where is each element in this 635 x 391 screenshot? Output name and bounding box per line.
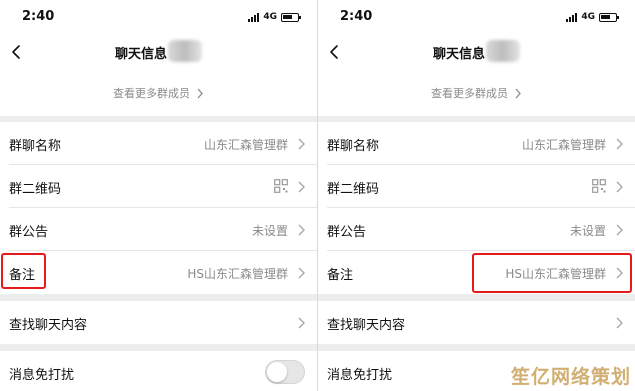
chevron-right-icon xyxy=(616,181,623,193)
remark-value: HS山东汇森管理群 xyxy=(187,267,288,281)
back-arrow-icon[interactable] xyxy=(8,43,26,61)
mute-notifications-label: 消息免打扰 xyxy=(327,368,393,383)
group-name-row[interactable]: 群聊名称 山东汇森管理群 xyxy=(318,122,635,165)
highlight-box-remark-value xyxy=(472,253,632,293)
search-history-label: 查找聊天内容 xyxy=(9,318,88,333)
chevron-right-icon xyxy=(298,224,305,236)
group-qrcode-label: 群二维码 xyxy=(327,182,380,197)
group-notice-label: 群公告 xyxy=(327,225,367,240)
watermark-text: 笙亿网络策划 xyxy=(510,366,631,388)
status-bar: 2:40 4G xyxy=(0,0,317,34)
group-notice-value: 未设置 xyxy=(251,224,288,238)
network-label: 4G xyxy=(581,12,595,22)
status-bar: 2:40 4G xyxy=(318,0,635,34)
group-qrcode-row[interactable]: 群二维码 xyxy=(0,165,317,208)
battery-icon xyxy=(599,12,619,22)
group-notice-row[interactable]: 群公告 未设置 xyxy=(0,208,317,251)
chevron-right-icon xyxy=(298,267,305,279)
view-more-members-label: 查看更多群成员 xyxy=(431,87,508,100)
remark-label: 备注 xyxy=(327,268,354,283)
group-name-value: 山东汇森管理群 xyxy=(203,138,288,152)
battery-icon xyxy=(281,12,301,22)
mute-notifications-row: 消息免打扰 xyxy=(0,351,317,391)
status-indicators: 4G xyxy=(248,11,301,23)
remark-row[interactable]: 备注 HS山东汇森管理群 xyxy=(0,251,317,294)
toggle-knob xyxy=(267,362,287,382)
blurred-member-count xyxy=(486,40,520,62)
view-more-members-label: 查看更多群成员 xyxy=(113,87,190,100)
network-label: 4G xyxy=(263,12,277,22)
group-qrcode-row[interactable]: 群二维码 xyxy=(318,165,635,208)
chevron-right-icon xyxy=(616,224,623,236)
group-notice-value: 未设置 xyxy=(569,224,606,238)
chevron-right-icon xyxy=(197,88,203,98)
view-more-members-link[interactable]: 查看更多群成员 xyxy=(318,70,635,116)
mute-notifications-label: 消息免打扰 xyxy=(9,368,75,383)
chevron-right-icon xyxy=(298,181,305,193)
chevron-right-icon xyxy=(616,138,623,150)
status-indicators: 4G xyxy=(566,11,619,23)
page-title: 聊天信息 xyxy=(433,47,486,62)
view-more-members-link[interactable]: 查看更多群成员 xyxy=(0,70,317,116)
search-history-row[interactable]: 查找聊天内容 xyxy=(0,301,317,344)
group-notice-label: 群公告 xyxy=(9,225,49,240)
phone-screen-right: 2:40 4G 聊天信息 查看更多群成员 群聊名称 山东汇森管理群 群二维码 群… xyxy=(318,0,635,391)
chevron-right-icon xyxy=(515,88,521,98)
side-by-side-screenshots: 2:40 4G 聊天信息 查看更多群成员 群聊名称 山东汇森管理群 群二维码 群… xyxy=(0,0,635,391)
highlight-box-remark-label xyxy=(1,253,46,289)
group-name-row[interactable]: 群聊名称 山东汇森管理群 xyxy=(0,122,317,165)
status-time: 2:40 xyxy=(22,9,55,24)
mute-toggle[interactable] xyxy=(265,360,305,384)
group-qrcode-label: 群二维码 xyxy=(9,182,62,197)
nav-bar: 聊天信息 xyxy=(318,34,635,70)
nav-bar: 聊天信息 xyxy=(0,34,317,70)
status-time: 2:40 xyxy=(340,9,373,24)
search-history-label: 查找聊天内容 xyxy=(327,318,406,333)
qrcode-icon xyxy=(592,179,606,193)
phone-screen-left: 2:40 4G 聊天信息 查看更多群成员 群聊名称 山东汇森管理群 群二维码 群… xyxy=(0,0,317,391)
group-name-value: 山东汇森管理群 xyxy=(521,138,606,152)
group-name-label: 群聊名称 xyxy=(9,139,62,154)
signal-icon xyxy=(566,12,578,22)
page-title: 聊天信息 xyxy=(115,47,168,62)
qrcode-icon xyxy=(274,179,288,193)
group-notice-row[interactable]: 群公告 未设置 xyxy=(318,208,635,251)
signal-icon xyxy=(248,12,260,22)
group-name-label: 群聊名称 xyxy=(327,139,380,154)
chevron-right-icon xyxy=(616,317,623,329)
search-history-row[interactable]: 查找聊天内容 xyxy=(318,301,635,344)
back-arrow-icon[interactable] xyxy=(326,43,344,61)
blurred-member-count xyxy=(168,40,202,62)
chevron-right-icon xyxy=(298,317,305,329)
chevron-right-icon xyxy=(298,138,305,150)
